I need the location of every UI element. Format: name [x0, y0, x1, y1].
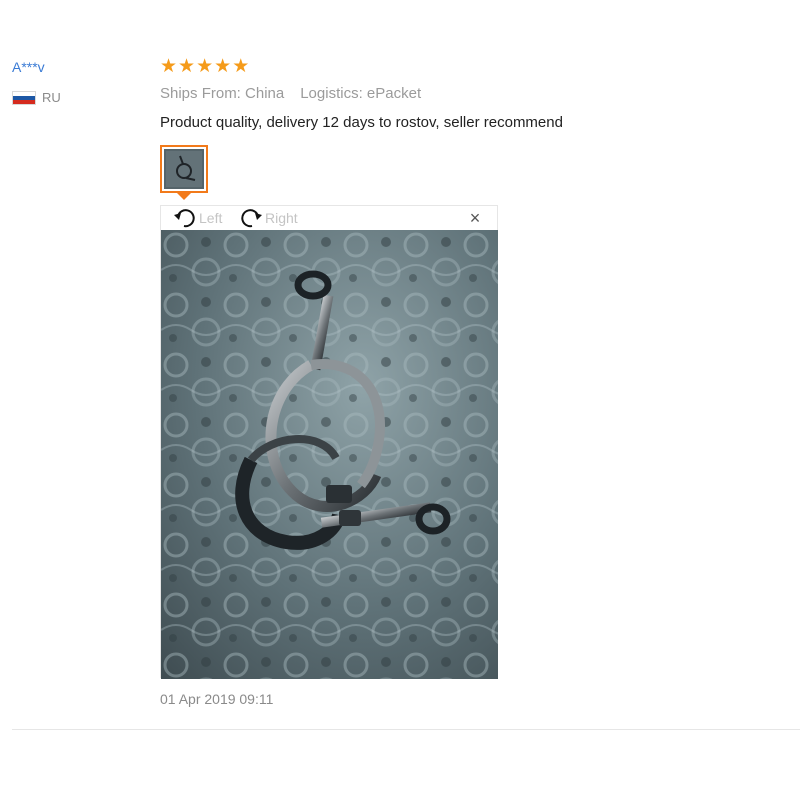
country: RU — [12, 90, 61, 105]
rotate-right-icon — [241, 209, 262, 228]
rotate-right-label: Right — [265, 210, 298, 226]
star-icon: ★ — [160, 56, 178, 77]
viewer-toolbar: Left Right × — [161, 206, 497, 230]
rotate-right-button[interactable]: Right — [239, 207, 298, 229]
star-icon: ★ — [214, 56, 232, 77]
close-button[interactable]: × — [467, 208, 483, 228]
review-photo-thumbnail[interactable] — [160, 145, 208, 193]
rotate-left-icon — [174, 209, 195, 228]
logistics: Logistics: ePacket — [300, 85, 422, 102]
divider — [12, 729, 800, 730]
star-icon: ★ — [178, 56, 196, 77]
user-name[interactable]: A***v — [12, 59, 45, 75]
rotate-left-button[interactable]: Left — [173, 207, 222, 229]
star-icon: ★ — [232, 56, 250, 77]
rotate-left-label: Left — [199, 210, 223, 226]
ships-from: Ships From: China — [160, 85, 285, 102]
star-rating: ★ ★ ★ ★ ★ — [160, 57, 249, 76]
review-date: 01 Apr 2019 09:11 — [160, 691, 274, 707]
close-icon: × — [469, 208, 481, 228]
shipping-meta: Ships From: China Logistics: ePacket — [160, 85, 421, 102]
thumbnail-image — [164, 149, 204, 189]
thumbnail-pointer — [177, 193, 191, 200]
review-photo — [161, 230, 498, 679]
photo-viewer: Left Right × — [160, 205, 498, 679]
review-text: Product quality, delivery 12 days to ros… — [160, 114, 563, 131]
star-icon: ★ — [196, 56, 214, 77]
country-code: RU — [42, 90, 61, 105]
russia-flag-icon — [12, 90, 36, 105]
